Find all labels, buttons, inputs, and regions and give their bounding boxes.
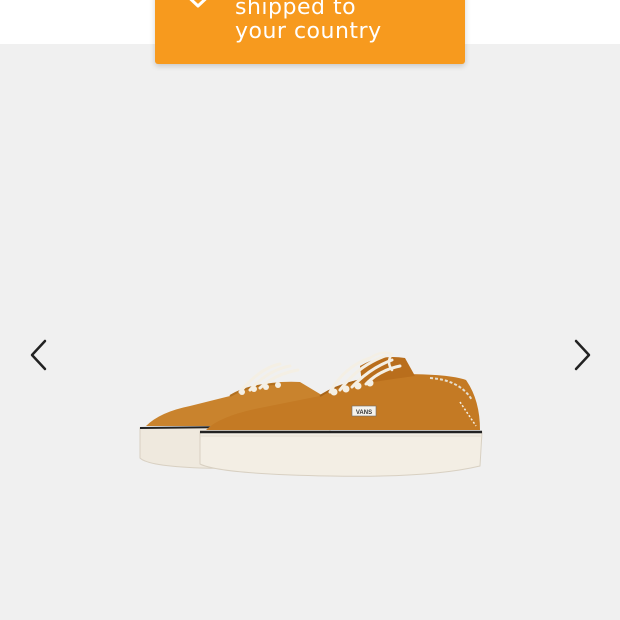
chevron-right-icon bbox=[574, 339, 591, 371]
toast-message: shipped to your country bbox=[235, 0, 455, 44]
warning-icon bbox=[189, 0, 207, 8]
sneaker-image: VANS bbox=[139, 351, 483, 477]
product-image-gallery bbox=[0, 44, 620, 620]
previous-image-button[interactable] bbox=[26, 338, 54, 372]
shipping-warning-toast: shipped to your country bbox=[155, 0, 465, 64]
toast-message-line-2: your country bbox=[235, 19, 382, 44]
brand-label: VANS bbox=[356, 410, 372, 416]
next-image-button[interactable] bbox=[568, 338, 596, 372]
chevron-left-icon bbox=[30, 339, 47, 371]
toast-message-line-1: shipped to bbox=[235, 0, 357, 20]
